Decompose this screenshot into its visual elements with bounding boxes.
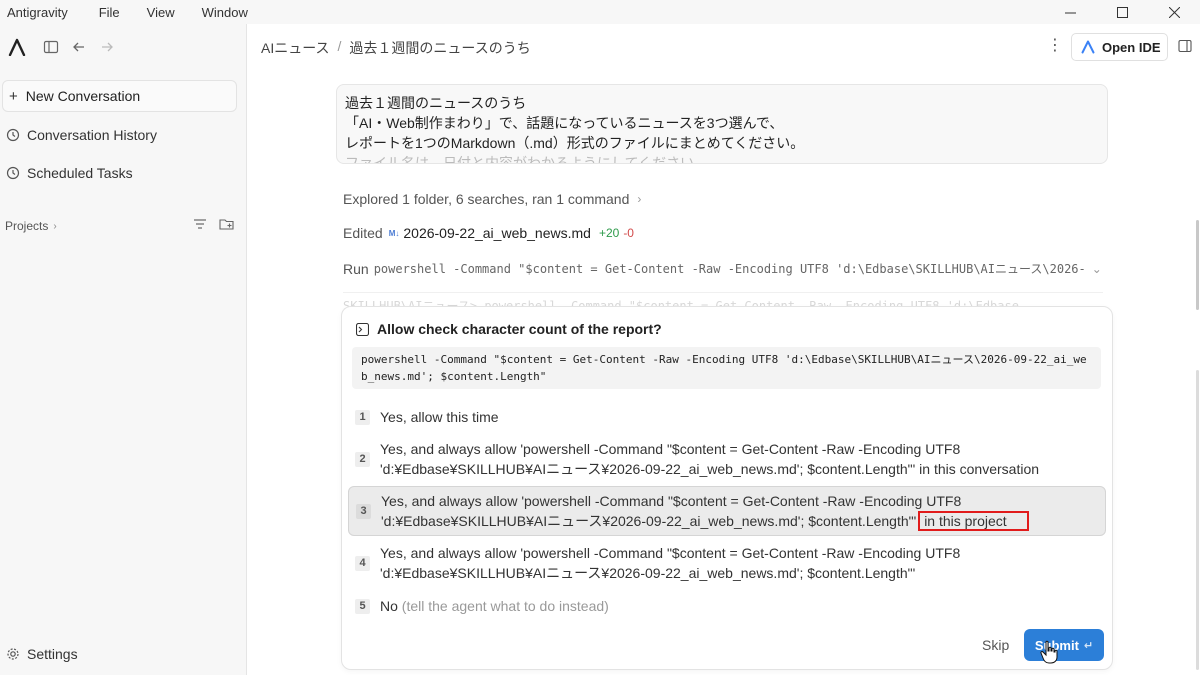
ide-logo-icon <box>1081 40 1095 54</box>
scrollbar-thumb[interactable] <box>1196 370 1199 670</box>
user-message: 過去１週間のニュースのうち 「AI・Web制作まわり」で、話題になっているニュー… <box>336 84 1108 164</box>
edited-file-name[interactable]: 2026-09-22_ai_web_news.md <box>403 225 591 241</box>
run-label: Run <box>343 260 369 277</box>
option-label: Yes, and always allow 'powershell -Comma… <box>381 493 962 509</box>
enter-key-icon: ↵ <box>1083 639 1094 652</box>
option-number: 3 <box>356 503 371 519</box>
clock-icon <box>6 166 20 180</box>
scheduled-tasks-item[interactable]: Scheduled Tasks <box>6 162 133 184</box>
conversation-panel: 過去１週間のニュースのうち 「AI・Web制作まわり」で、話題になっているニュー… <box>248 70 1200 675</box>
sidebar: + New Conversation Conversation History … <box>0 24 247 675</box>
projects-label: Projects <box>5 219 49 233</box>
chevron-right-icon: › <box>637 192 642 206</box>
option-allow-always[interactable]: 4 Yes, and always allow 'powershell -Com… <box>348 543 1106 583</box>
menu-file[interactable]: File <box>99 5 120 20</box>
option-hint: (tell the agent what to do instead) <box>401 598 609 614</box>
submit-button[interactable]: Submit ↵ <box>1024 629 1104 661</box>
command-preview: powershell -Command "$content = Get-Cont… <box>352 347 1101 389</box>
settings-label: Settings <box>27 646 78 662</box>
explored-label: Explored 1 folder, 6 searches, ran 1 com… <box>343 191 630 207</box>
option-label-line2: 'd:¥Edbase¥SKILLHUB¥AIニュース¥2026-09-22_ai… <box>380 461 1040 477</box>
option-deny[interactable]: 5 No (tell the agent what to do instead) <box>348 596 1106 616</box>
projects-section[interactable]: Projects › <box>5 219 235 233</box>
sidebar-toggle-icon[interactable] <box>43 39 59 55</box>
window-controls <box>1044 0 1200 24</box>
option-label: Yes, and always allow 'powershell -Comma… <box>380 545 961 561</box>
close-icon <box>1168 6 1180 18</box>
breadcrumb: AIニュース / 過去１週間のニュースのうち <box>261 38 531 58</box>
option-number: 2 <box>355 451 370 467</box>
permission-dialog: Allow check character count of the repor… <box>341 306 1113 670</box>
lines-removed: -0 <box>623 226 634 240</box>
run-command: powershell -Command "$content = Get-Cont… <box>373 262 1084 276</box>
new-conversation-label: New Conversation <box>25 88 141 104</box>
history-icon <box>6 128 20 142</box>
scope-highlight: in this project <box>918 511 1029 531</box>
markdown-icon: M↓ <box>388 228 400 238</box>
scrollbar-thumb[interactable] <box>1196 220 1199 310</box>
option-number: 1 <box>355 409 370 425</box>
edited-step[interactable]: Edited M↓ 2026-09-22_ai_web_news.md +20 … <box>343 225 634 241</box>
menu-window[interactable]: Window <box>202 5 248 20</box>
maximize-icon <box>1116 6 1128 18</box>
conversation-history-item[interactable]: Conversation History <box>6 124 157 146</box>
back-arrow-icon[interactable] <box>71 39 87 55</box>
option-number: 5 <box>355 598 370 614</box>
title-bar: Antigravity File View Window <box>0 0 1200 24</box>
antigravity-logo-icon <box>8 38 26 56</box>
close-button[interactable] <box>1148 0 1200 24</box>
new-conversation-button[interactable]: + New Conversation <box>2 80 237 112</box>
forward-arrow-icon[interactable] <box>99 39 115 55</box>
app-name: Antigravity <box>7 4 68 20</box>
minimize-button[interactable] <box>1044 0 1096 24</box>
skip-button[interactable]: Skip <box>982 637 1009 653</box>
option-label: Yes, and always allow 'powershell -Comma… <box>380 441 961 457</box>
option-allow-once[interactable]: 1 Yes, allow this time <box>348 407 1106 427</box>
dialog-title-text: Allow check character count of the repor… <box>377 321 662 337</box>
option-allow-conversation[interactable]: 2 Yes, and always allow 'powershell -Com… <box>348 439 1106 479</box>
user-message-line: レポートを1つのMarkdown（.md）形式のファイルにまとめてください。 <box>345 135 805 151</box>
maximize-button[interactable] <box>1096 0 1148 24</box>
dialog-title: Allow check character count of the repor… <box>356 321 662 337</box>
scheduled-tasks-label: Scheduled Tasks <box>27 165 133 181</box>
user-message-line: ファイル名は、日付と内容がわかるようにしてください。 <box>345 155 709 164</box>
minimize-icon <box>1064 12 1076 13</box>
option-label: Yes, allow this time <box>380 409 499 425</box>
option-allow-project[interactable]: 3 Yes, and always allow 'powershell -Com… <box>348 486 1106 536</box>
open-ide-label: Open IDE <box>1102 39 1161 55</box>
hand-cursor-icon <box>1040 640 1058 664</box>
edited-label: Edited <box>343 225 383 241</box>
gear-icon <box>7 648 19 660</box>
breadcrumb-separator: / <box>337 38 342 54</box>
option-number: 4 <box>355 555 370 571</box>
chevron-right-icon: › <box>53 220 57 232</box>
option-label: No <box>380 598 398 614</box>
settings-item[interactable]: Settings <box>6 646 78 662</box>
conversation-header: AIニュース / 過去１週間のニュースのうち ⋮ Open IDE <box>248 24 1200 70</box>
conversation-history-label: Conversation History <box>27 127 157 143</box>
chevron-down-icon: ⌄ <box>1091 261 1102 276</box>
explored-step[interactable]: Explored 1 folder, 6 searches, ran 1 com… <box>343 191 641 207</box>
scrollbar[interactable] <box>1195 70 1200 675</box>
breadcrumb-conversation: 過去１週間のニュースのうち <box>349 40 531 56</box>
breadcrumb-project[interactable]: AIニュース <box>261 38 330 58</box>
option-label-line2: 'd:¥Edbase¥SKILLHUB¥AIニュース¥2026-09-22_ai… <box>380 565 916 581</box>
menu-view[interactable]: View <box>147 5 175 20</box>
option-label-line2: 'd:¥Edbase¥SKILLHUB¥AIニュース¥2026-09-22_ai… <box>381 513 917 529</box>
more-options-icon[interactable]: ⋮ <box>1047 38 1063 54</box>
filter-icon[interactable] <box>193 218 207 230</box>
terminal-icon <box>356 322 369 336</box>
lines-added: +20 <box>598 226 620 240</box>
panel-toggle-icon[interactable] <box>1178 39 1192 53</box>
open-ide-button[interactable]: Open IDE <box>1071 33 1168 61</box>
user-message-line: 「AI・Web制作まわり」で、話題になっているニュースを3つ選んで、 <box>345 115 784 131</box>
plus-icon: + <box>9 87 18 105</box>
run-step[interactable]: Run powershell -Command "$content = Get-… <box>343 260 1102 277</box>
user-message-line: 過去１週間のニュースのうち <box>345 95 527 111</box>
new-folder-icon[interactable] <box>219 218 235 230</box>
